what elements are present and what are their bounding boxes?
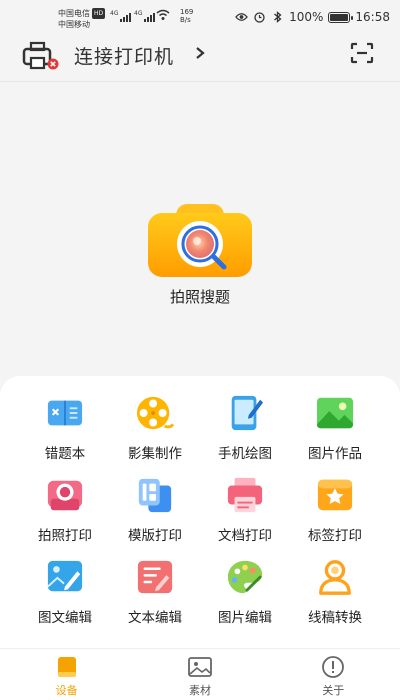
tool-label: 图片作品: [308, 446, 362, 462]
info-icon: [322, 656, 345, 678]
tool-phone-drawing[interactable]: 手机绘图: [200, 394, 290, 462]
tool-image-works[interactable]: 图片作品: [290, 394, 380, 462]
image-text-edit-icon: [47, 560, 83, 592]
palette-icon: [227, 560, 263, 594]
photo-print-icon: [47, 480, 83, 511]
battery-icon: [328, 11, 354, 23]
speed-unit: B/s: [180, 16, 191, 24]
tool-label: 错题本: [44, 446, 86, 462]
nav-label: 关于: [322, 684, 345, 697]
nav-label: 素材: [188, 684, 211, 697]
film-reel-icon: [136, 396, 175, 430]
tool-document-print[interactable]: 文档打印: [200, 476, 290, 544]
tool-label-print[interactable]: 标签打印: [290, 476, 380, 544]
nav-about[interactable]: 关于: [267, 649, 400, 700]
tool-error-notebook[interactable]: 错题本: [20, 394, 110, 462]
tablet-pen-icon: [231, 395, 264, 431]
nav-materials[interactable]: 素材: [133, 649, 266, 700]
document-print-icon: [227, 477, 263, 513]
tool-label: 影集制作: [128, 446, 182, 462]
battery-percent: 100%: [289, 10, 324, 24]
tool-image-text-edit[interactable]: 图文编辑: [20, 558, 110, 626]
nav-label: 设备: [55, 684, 78, 697]
clock: 16:58: [355, 10, 390, 24]
signal-1-icon: 4G: [110, 10, 132, 22]
tools-grid: 错题本 影集制作 手机绘图 图片作品 拍照打印 模版打印 文档打印 标签打印 图…: [20, 394, 380, 626]
tool-label: 图片编辑: [218, 610, 272, 626]
tool-image-edit[interactable]: 图片编辑: [200, 558, 290, 626]
line-art-person-icon: [319, 560, 351, 595]
tool-photo-print[interactable]: 拍照打印: [20, 476, 110, 544]
error-notebook-icon: [47, 400, 83, 426]
tool-label: 文本编辑: [128, 610, 182, 626]
network-speed: 169 B/s: [180, 8, 193, 24]
text-edit-icon: [137, 560, 173, 594]
signal-2-icon: 4G: [134, 10, 156, 22]
template-print-icon: [138, 478, 172, 513]
bottom-nav: 设备 素材 关于: [0, 648, 400, 700]
printer-disconnected-icon[interactable]: [22, 40, 62, 70]
camera-search-label[interactable]: 拍照搜题: [0, 286, 400, 307]
tool-label: 文档打印: [218, 528, 272, 544]
label-print-icon: [317, 479, 353, 511]
tool-label: 模版打印: [128, 528, 182, 544]
device-book-icon: [57, 657, 76, 677]
tool-label: 线稿转换: [308, 610, 362, 626]
camera-search-button[interactable]: [146, 200, 254, 280]
header: 连接打印机: [0, 34, 400, 82]
tool-label: 图文编辑: [38, 610, 92, 626]
landscape-image-icon: [316, 397, 354, 429]
status-right: 100% 16:58: [235, 10, 390, 24]
wifi-icon: [156, 9, 170, 20]
status-bar: 中国电信 HD 中国移动 4G 4G 169 B/s 100% 16:58: [0, 0, 400, 34]
alarm-icon: [254, 12, 265, 23]
network1-label: 4G: [110, 10, 119, 17]
carrier-info: 中国电信 HD 中国移动: [58, 8, 106, 30]
tool-label: 拍照打印: [38, 528, 92, 544]
speed-value: 169: [180, 8, 194, 16]
image-icon: [188, 657, 212, 677]
carrier2: 中国移动: [58, 20, 90, 29]
tool-label: 手机绘图: [218, 446, 272, 462]
tool-text-edit[interactable]: 文本编辑: [110, 558, 200, 626]
connect-printer-title[interactable]: 连接打印机: [74, 42, 174, 69]
tool-template-print[interactable]: 模版打印: [110, 476, 200, 544]
tools-panel: 错题本 影集制作 手机绘图 图片作品 拍照打印 模版打印 文档打印 标签打印 图…: [0, 376, 400, 648]
chevron-right-icon[interactable]: [193, 44, 207, 62]
nav-devices[interactable]: 设备: [0, 649, 133, 700]
eye-icon: [235, 13, 248, 21]
scan-icon[interactable]: [350, 42, 374, 64]
tool-line-art-convert[interactable]: 线稿转换: [290, 558, 380, 626]
bluetooth-icon: [274, 11, 282, 23]
tool-album-making[interactable]: 影集制作: [110, 394, 200, 462]
hd-badge: HD: [92, 8, 106, 19]
carrier1: 中国电信: [58, 9, 90, 18]
tool-label: 标签打印: [308, 528, 362, 544]
network2-label: 4G: [134, 10, 143, 17]
